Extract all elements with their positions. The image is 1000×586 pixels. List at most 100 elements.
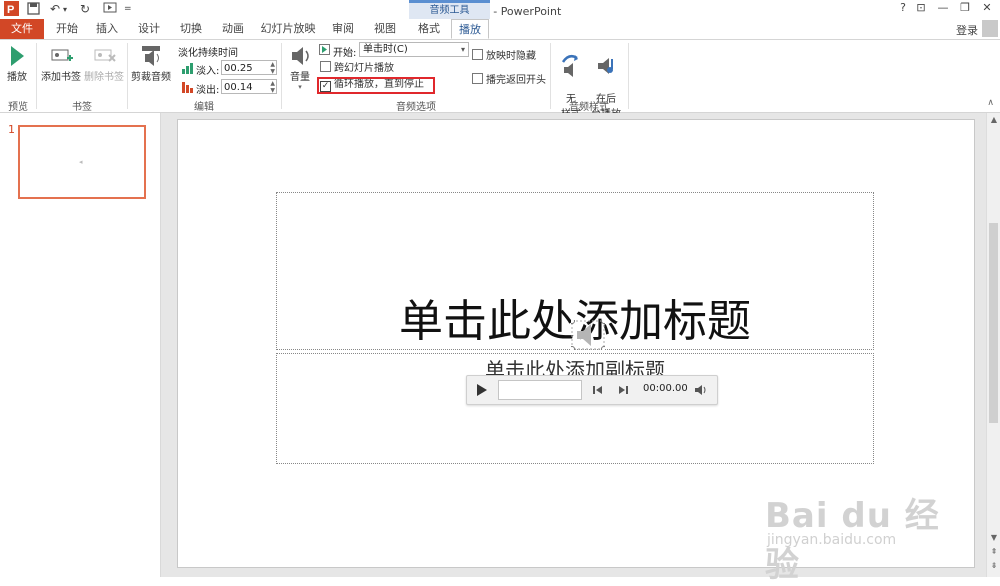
tab-design[interactable]: 设计 [132,19,166,39]
previous-slide-icon[interactable]: ⇞ [988,547,1000,556]
group-separator [550,43,551,109]
start-select[interactable]: 单击时(C) ▾ [359,42,469,57]
remove-bookmark-button[interactable]: 删除书签 [83,44,125,83]
fade-in-icon [182,62,194,77]
spinner-arrows-icon[interactable]: ▲ ▼ [270,80,275,94]
help-icon[interactable]: ? [894,1,912,17]
tab-format[interactable]: 格式 [411,19,447,39]
ribbon-display-options-icon[interactable]: ⊡ [912,1,930,17]
tab-insert[interactable]: 插入 [90,19,124,39]
rewind-label: 播完返回开头 [486,75,546,86]
player-volume-icon[interactable] [694,384,708,396]
thumbnail-number: 1 [8,123,15,136]
play-button-label: 播放 [7,72,27,83]
player-play-icon[interactable] [476,383,488,397]
start-label: 开始: [333,48,357,59]
play-button[interactable]: 播放 [4,44,30,83]
fade-in-input[interactable]: 00.25 ▲ ▼ [221,60,277,75]
hide-label: 放映时隐藏 [486,51,536,62]
cross-slides-checkbox[interactable]: 跨幻灯片播放 [320,61,394,75]
tab-playback[interactable]: 播放 [451,19,489,39]
rewind-after-playing-checkbox[interactable]: 播完返回开头 [472,73,546,87]
slide-thumbnail-pane: 1 ◂ [0,113,161,577]
remove-bookmark-label: 删除书签 [84,72,124,83]
player-back-icon[interactable] [593,385,603,395]
fade-out-label: 淡出: [196,85,220,96]
minimize-icon[interactable]: — [934,1,952,17]
group-label-editing: 编辑 [194,102,214,113]
ribbon-body: 播放 预览 添加书签 删除书签 书签 剪裁音频 淡化持续时间 淡入: 00.25… [0,40,1000,120]
maximize-icon[interactable]: ❐ [956,1,974,17]
window-title: 演示文稿1 - PowerPoint [438,5,562,18]
audio-player-bar: 00:00.00 [466,375,718,405]
start-icon [319,44,330,58]
add-bookmark-icon [51,49,73,61]
fade-out-value: 00.14 [224,82,253,93]
scroll-up-icon[interactable]: ▲ [988,115,1000,124]
subtitle-placeholder[interactable]: 单击此处添加副标题 [276,353,874,464]
group-label-bookmarks: 书签 [72,102,92,113]
tab-slideshow[interactable]: 幻灯片放映 [258,19,318,39]
scroll-down-icon[interactable]: ▼ [988,533,1000,542]
tab-transitions[interactable]: 切换 [174,19,208,39]
no-style-icon [561,54,578,77]
group-label-preview: 预览 [8,102,28,113]
volume-dropdown-icon: ▾ [298,83,302,91]
watermark-url: jingyan.baidu.com [767,532,897,548]
thumbnail-speaker-icon: ◂ [79,158,83,166]
remove-bookmark-icon [94,49,116,62]
add-bookmark-button[interactable]: 添加书签 [40,44,82,83]
tab-file[interactable]: 文件 [0,19,44,39]
fade-duration-title: 淡化持续时间 [178,48,238,59]
volume-label: 音量 [290,72,310,83]
play-in-background-icon [598,58,613,74]
audio-object[interactable] [569,318,607,352]
slide-thumbnail[interactable]: ◂ [18,125,146,199]
trim-audio-label: 剪裁音频 [131,72,171,83]
fade-in-value: 00.25 [224,63,253,74]
speaker-icon [569,318,607,352]
player-progress-bar[interactable] [498,380,582,400]
fade-out-input[interactable]: 00.14 ▲ ▼ [221,79,277,94]
volume-icon [292,47,309,65]
checkbox-box[interactable] [472,49,483,60]
add-bookmark-label: 添加书签 [41,72,81,83]
checkbox-box[interactable] [472,73,483,84]
player-time: 00:00.00 [643,383,688,394]
fade-in-label: 淡入: [196,66,220,77]
spinner-arrows-icon[interactable]: ▲ ▼ [270,61,275,75]
group-separator [127,43,128,109]
start-select-value: 单击时(C) [363,44,408,55]
login-link[interactable]: 登录 [956,22,978,38]
context-group-label: 音频工具 [409,0,490,19]
checkbox-box[interactable] [320,61,331,72]
vertical-scrollbar[interactable]: ▲ ▼ ⇞ ⇟ [986,113,1000,577]
group-label-audio-styles: 音频样式 [569,102,609,113]
chevron-down-icon: ▾ [460,45,465,54]
annotation-highlight-box [317,77,435,94]
next-slide-icon[interactable]: ⇟ [988,561,1000,570]
avatar[interactable] [982,20,998,37]
hide-during-show-checkbox[interactable]: 放映时隐藏 [472,49,536,63]
ribbon-tabs: 文件 开始 插入 设计 切换 动画 幻灯片放映 审阅 视图 格式 播放 登录 [0,19,1000,40]
trim-audio-icon [142,46,160,66]
tab-review[interactable]: 审阅 [326,19,360,39]
cross-slides-label: 跨幻灯片播放 [334,63,394,74]
group-separator [281,43,282,109]
tab-animations[interactable]: 动画 [216,19,250,39]
tab-home[interactable]: 开始 [50,19,84,39]
volume-button[interactable]: 音量 ▾ [286,44,314,91]
scrollbar-thumb[interactable] [989,223,998,423]
title-bar: P ↶ ▾ ↻ = 演示文稿1 - PowerPoint 音频工具 ? ⊡ — … [0,0,1000,19]
play-icon [11,46,24,66]
player-forward-icon[interactable] [618,385,628,395]
group-separator [628,43,629,109]
close-icon[interactable]: ✕ [978,1,996,17]
collapse-ribbon-icon[interactable]: ∧ [987,98,994,108]
group-separator [36,43,37,109]
tab-view[interactable]: 视图 [368,19,402,39]
group-label-audio-options: 音频选项 [396,102,436,113]
fade-out-icon [182,81,194,96]
baidu-watermark: Bai du 经验 jingyan.baidu.com [765,488,965,585]
trim-audio-button[interactable]: 剪裁音频 [130,44,172,83]
